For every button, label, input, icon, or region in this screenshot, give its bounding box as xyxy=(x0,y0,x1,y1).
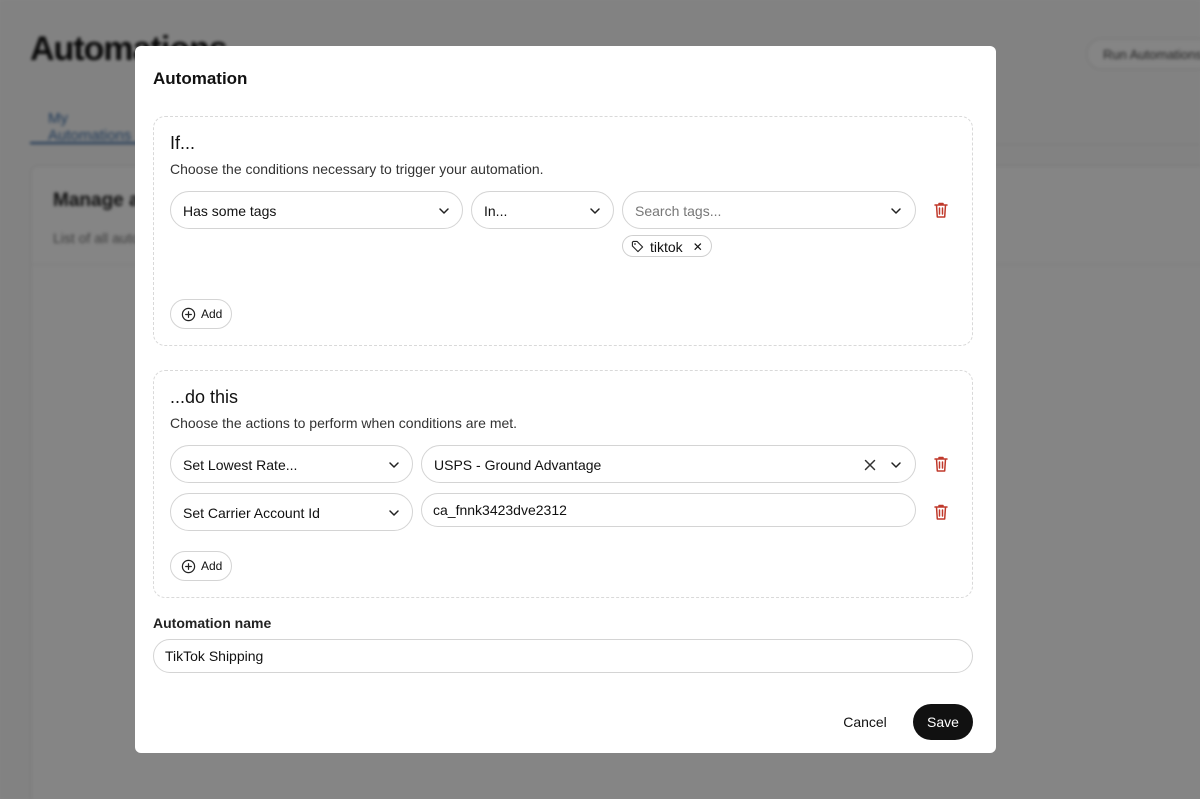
chevron-down-icon xyxy=(389,510,399,516)
add-condition-label: Add xyxy=(201,307,223,321)
delete-action-trash-icon[interactable] xyxy=(933,455,949,473)
condition-operator-select[interactable]: In... xyxy=(471,191,614,229)
rate-service-select[interactable]: USPS - Ground Advantage xyxy=(421,445,916,483)
cancel-button[interactable]: Cancel xyxy=(835,705,895,739)
condition-operator-value: In... xyxy=(484,203,508,219)
actions-heading: ...do this xyxy=(170,387,239,407)
actions-section: ...do this Choose the actions to perform… xyxy=(153,370,973,598)
chevron-down-icon xyxy=(590,208,600,214)
action-type-value: Set Lowest Rate... xyxy=(183,457,298,473)
clear-selection-icon[interactable] xyxy=(862,457,878,473)
tags-search-placeholder: Search tags... xyxy=(635,203,722,219)
conditions-description: Choose the conditions necessary to trigg… xyxy=(170,161,544,177)
modal-title: Automation xyxy=(153,69,248,88)
delete-action-trash-icon[interactable] xyxy=(933,503,949,521)
action-type-select[interactable]: Set Lowest Rate... xyxy=(170,445,413,483)
conditions-section: If... Choose the conditions necessary to… xyxy=(153,116,973,346)
tags-search-select[interactable]: Search tags... xyxy=(622,191,916,229)
action-type-select[interactable]: Set Carrier Account Id xyxy=(170,493,413,531)
chevron-down-icon xyxy=(891,208,901,214)
automation-name-input[interactable]: TikTok Shipping xyxy=(153,639,973,673)
conditions-heading: If... xyxy=(170,133,196,153)
carrier-account-id-input[interactable]: ca_fnnk3423dve2312 xyxy=(421,493,916,527)
tag-chip-tiktok: tiktok ✕ xyxy=(622,235,712,257)
rate-service-value: USPS - Ground Advantage xyxy=(434,457,602,473)
tag-chip-label: tiktok xyxy=(650,239,683,255)
chevron-down-icon xyxy=(389,462,399,468)
add-action-button[interactable]: Add xyxy=(170,551,232,581)
action-type-value: Set Carrier Account Id xyxy=(183,505,320,521)
delete-condition-trash-icon[interactable] xyxy=(933,201,949,219)
automation-name-label: Automation name xyxy=(153,615,272,631)
condition-field-select[interactable]: Has some tags xyxy=(170,191,463,229)
save-button[interactable]: Save xyxy=(913,704,973,740)
add-action-label: Add xyxy=(201,559,223,573)
plus-circle-icon xyxy=(181,559,196,573)
automation-modal: Automation If... Choose the conditions n… xyxy=(135,46,996,753)
chevron-down-icon xyxy=(439,208,449,214)
actions-description: Choose the actions to perform when condi… xyxy=(170,415,518,431)
tag-icon xyxy=(631,240,644,253)
condition-field-value: Has some tags xyxy=(183,203,277,219)
add-condition-button[interactable]: Add xyxy=(170,299,232,329)
plus-circle-icon xyxy=(181,307,196,321)
chevron-down-icon xyxy=(891,462,901,468)
remove-tag-icon[interactable]: ✕ xyxy=(693,240,703,254)
